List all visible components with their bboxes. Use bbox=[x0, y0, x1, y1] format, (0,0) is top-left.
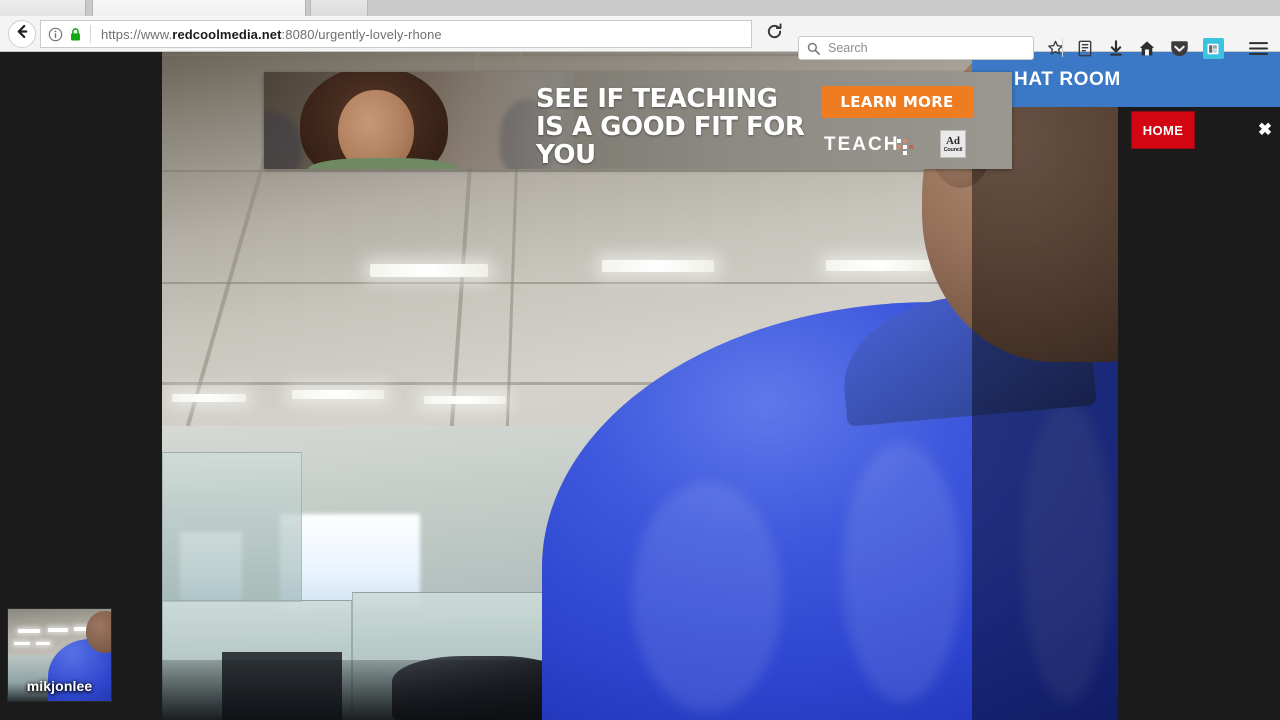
ceiling-light bbox=[602, 260, 714, 272]
url-bar[interactable]: https://www.redcoolmedia.net:8080/urgent… bbox=[40, 20, 752, 48]
advertisement-banner[interactable]: SEE IF TEACHING IS A GOOD FIT FOR YOU LE… bbox=[264, 72, 1012, 169]
thumbnail-light bbox=[48, 628, 68, 632]
menu-icon[interactable] bbox=[1245, 36, 1271, 61]
ceiling-light bbox=[370, 264, 488, 277]
search-input[interactable]: Search bbox=[798, 36, 1034, 60]
ad-council-badge: Ad Council bbox=[940, 130, 966, 158]
toolbar-divider bbox=[1062, 39, 1063, 57]
home-button[interactable]: HOME bbox=[1131, 111, 1195, 149]
thumbnail-username: mikjonlee bbox=[26, 678, 93, 694]
ad-person-body bbox=[308, 158, 458, 169]
info-circle-icon[interactable] bbox=[48, 27, 63, 42]
ad-learn-more-button[interactable]: LEARN MORE bbox=[821, 86, 973, 118]
cubicle-panel bbox=[162, 452, 302, 602]
thumbnail-light bbox=[14, 642, 30, 645]
home-button-label: HOME bbox=[1142, 122, 1184, 138]
shirt-fold bbox=[632, 482, 782, 712]
home-icon[interactable] bbox=[1134, 36, 1160, 61]
reload-button[interactable] bbox=[760, 20, 788, 48]
url-text: https://www.redcoolmedia.net:8080/urgent… bbox=[101, 27, 442, 42]
ad-headline: SEE IF TEACHING IS A GOOD FIT FOR YOU bbox=[536, 84, 805, 169]
back-button[interactable] bbox=[8, 20, 36, 48]
navigation-toolbar: https://www.redcoolmedia.net:8080/urgent… bbox=[0, 16, 1280, 60]
extension-badge bbox=[1202, 38, 1224, 59]
new-tab-button[interactable] bbox=[310, 0, 368, 16]
browser-chrome: Flash Pl... × + https://www.redcoolmedia… bbox=[0, 0, 1280, 60]
green-padlock-icon[interactable] bbox=[69, 27, 82, 42]
thumbnail-light bbox=[18, 629, 40, 633]
browser-tab-active[interactable] bbox=[92, 0, 306, 16]
reload-icon bbox=[766, 23, 783, 45]
ceiling-light bbox=[172, 394, 246, 402]
url-scheme: https://www. bbox=[101, 26, 173, 42]
teach-logo-icon bbox=[896, 138, 914, 156]
tab-strip: Flash Pl... × + bbox=[0, 0, 1280, 16]
ad-brand-label: TEACH bbox=[824, 134, 900, 155]
page-content: HAT ROOM HOME ✖ SEE IF TEACHING IS A GOO… bbox=[0, 52, 1280, 720]
ad-council-bottom-text: Council bbox=[943, 146, 963, 153]
ceiling-light bbox=[292, 390, 384, 399]
ad-background-person bbox=[264, 112, 302, 169]
library-icon[interactable] bbox=[1072, 36, 1098, 61]
bookmark-star-icon[interactable] bbox=[1042, 36, 1068, 61]
shirt-fold bbox=[842, 442, 962, 702]
thumbnail-light bbox=[36, 642, 50, 645]
ceiling-light bbox=[826, 260, 930, 271]
ad-learn-more-label: LEARN MORE bbox=[840, 93, 954, 111]
browser-tab-background[interactable] bbox=[0, 0, 86, 16]
url-divider bbox=[90, 25, 91, 43]
search-placeholder: Search bbox=[828, 41, 868, 55]
ceiling-light bbox=[424, 396, 506, 404]
url-host: redcoolmedia.net bbox=[172, 26, 282, 42]
back-arrow-icon bbox=[15, 24, 30, 44]
downloads-icon[interactable] bbox=[1103, 36, 1129, 61]
pocket-icon[interactable] bbox=[1166, 36, 1192, 61]
participant-thumbnail[interactable]: mikjonlee bbox=[8, 609, 111, 701]
search-icon bbox=[807, 42, 820, 55]
nav-item-chat-room[interactable]: HAT ROOM bbox=[1014, 69, 1121, 91]
extension-icon[interactable] bbox=[1200, 36, 1226, 61]
url-path: :8080/urgently-lovely-rhone bbox=[281, 26, 442, 42]
close-icon[interactable]: ✖ bbox=[1254, 118, 1276, 140]
ad-council-top-text: Ad bbox=[945, 134, 961, 147]
